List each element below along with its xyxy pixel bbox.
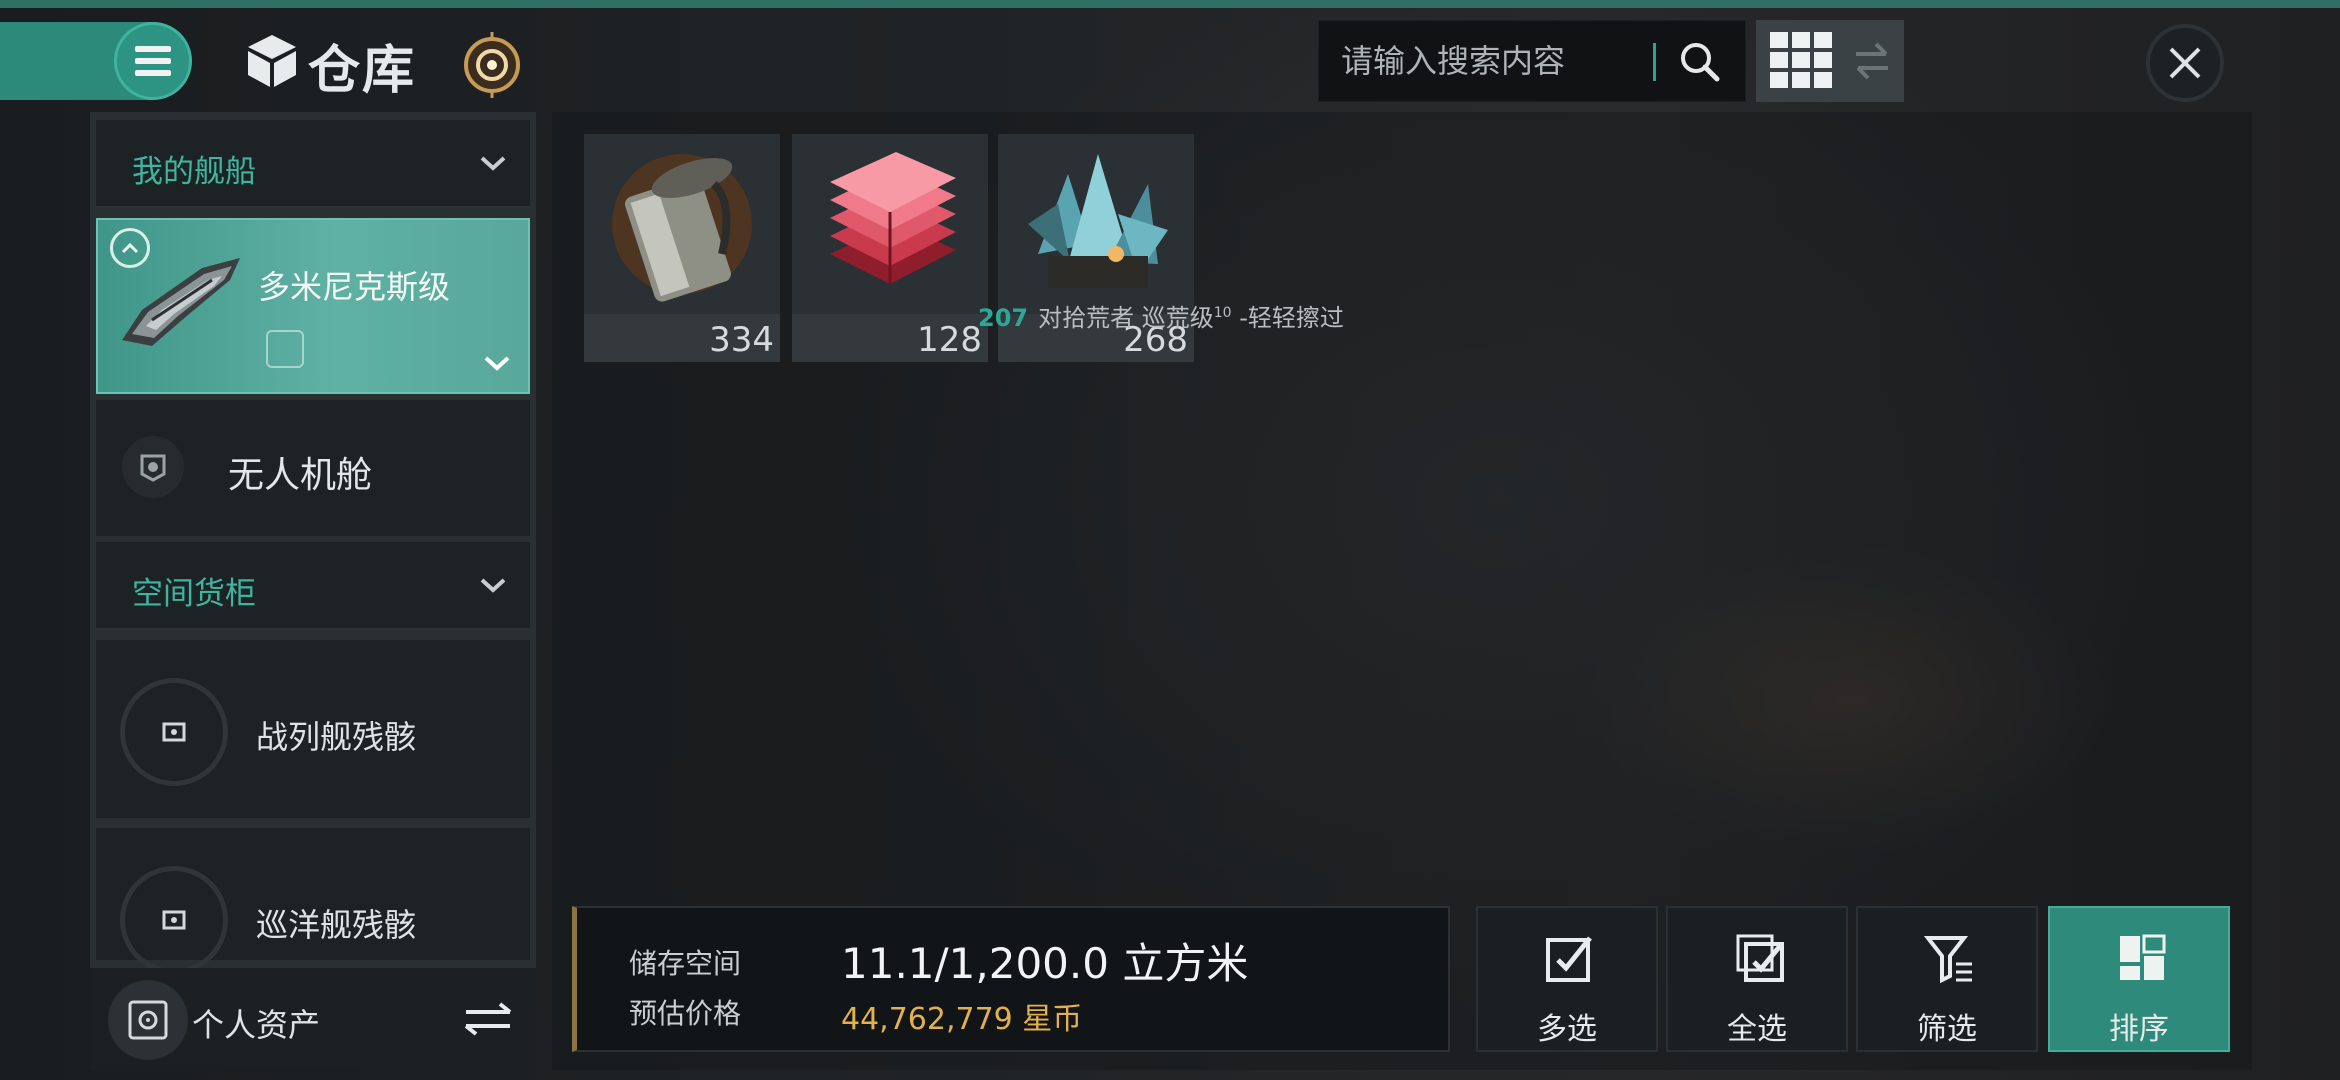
- filter-label: 筛选: [1917, 1012, 1977, 1047]
- close-icon: [2169, 47, 2201, 79]
- hamburger-icon: [135, 43, 171, 79]
- combat-text: 对拾荒者 巡荒级: [1038, 304, 1214, 332]
- item-quantity: 334: [709, 320, 774, 360]
- chevron-down-icon: [480, 156, 506, 171]
- combat-notification: 207 对拾荒者 巡荒级10 -轻轻擦过: [978, 298, 1344, 333]
- section-my-ships[interactable]: 我的舰船: [96, 120, 530, 208]
- ship-icon: [122, 258, 240, 346]
- item-quantity: 128: [917, 320, 982, 360]
- canister-icon: [612, 154, 752, 302]
- menu-button[interactable]: [114, 22, 192, 100]
- grid-view-icon[interactable]: [1770, 32, 1832, 90]
- sidebar-item-battleship-wreck[interactable]: 战列舰残骸: [96, 640, 530, 818]
- page-title: 仓库: [308, 41, 417, 101]
- sort-icon: [2120, 934, 2166, 980]
- chevron-down-icon[interactable]: [482, 352, 512, 374]
- select-all-button[interactable]: 全选: [1666, 906, 1848, 1052]
- estimated-price-label: 预估价格: [629, 997, 742, 1030]
- sort-label: 排序: [2109, 1012, 2169, 1047]
- section-space-containers[interactable]: 空间货柜: [96, 542, 530, 630]
- damage-number: 207: [978, 304, 1029, 332]
- section-my-ships-label: 我的舰船: [132, 154, 256, 190]
- search-box[interactable]: [1318, 20, 1746, 102]
- combat-superscript: 10: [1213, 305, 1232, 321]
- safe-icon: [108, 980, 188, 1060]
- scanner-icon[interactable]: [452, 30, 532, 100]
- multi-select-button[interactable]: 多选: [1476, 906, 1658, 1052]
- battleship-wreck-label: 战列舰残骸: [256, 718, 417, 756]
- red-ingots-icon: [830, 152, 956, 284]
- multi-select-label: 多选: [1537, 1012, 1597, 1047]
- storage-space-value: 11.1/1,200.0 立方米: [841, 939, 1249, 988]
- sidebar-item-cruiser-wreck[interactable]: 巡洋舰残骸: [96, 828, 530, 974]
- cube-icon: [248, 35, 296, 87]
- section-space-containers-label: 空间货柜: [132, 576, 256, 612]
- list-swap-icon[interactable]: [1852, 40, 1892, 82]
- close-button[interactable]: [2146, 24, 2224, 102]
- search-icon[interactable]: [1677, 39, 1723, 85]
- chevron-down-icon: [480, 578, 506, 593]
- cruiser-wreck-label: 巡洋舰残骸: [256, 906, 417, 944]
- swap-arrows-icon[interactable]: [460, 1000, 516, 1036]
- top-accent-line: [0, 0, 2340, 8]
- checkbox-icon: [1546, 936, 1592, 982]
- select-all-label: 全选: [1727, 1012, 1787, 1047]
- inventory-item[interactable]: 334: [584, 134, 780, 362]
- personal-assets-label: 个人资产: [192, 1006, 321, 1044]
- storage-space-label: 储存空间: [629, 947, 742, 980]
- search-caret: [1653, 43, 1656, 81]
- filter-button[interactable]: 筛选: [1856, 906, 2038, 1052]
- wreck-icon: [120, 678, 228, 786]
- sidebar: 我的舰船 多米尼克斯级 无人机舱 空间货柜 战列舰残骸 巡洋舰残骸 个人资产: [90, 112, 536, 1070]
- ship-name: 多米尼克斯级: [258, 268, 451, 306]
- filter-icon: [1924, 936, 1972, 984]
- crystal-ore-icon: [1028, 154, 1168, 288]
- inventory-item[interactable]: 128: [792, 134, 988, 362]
- ship-card-selected[interactable]: 多米尼克斯级: [96, 218, 530, 394]
- drone-bay-icon: [122, 436, 184, 498]
- wreck-icon: [120, 866, 228, 974]
- view-toggle[interactable]: [1756, 20, 1904, 102]
- fitting-icon: [266, 330, 304, 368]
- storage-panel: 储存空间 11.1/1,200.0 立方米 预估价格 44,762,779 星币: [572, 906, 1450, 1052]
- drone-bay-label: 无人机舱: [228, 455, 373, 496]
- combat-suffix: -轻轻擦过: [1239, 304, 1344, 332]
- personal-assets-bar[interactable]: 个人资产: [90, 968, 536, 1070]
- sort-button[interactable]: 排序: [2048, 906, 2230, 1052]
- sidebar-item-drone-bay[interactable]: 无人机舱: [96, 400, 530, 536]
- search-input[interactable]: [1341, 39, 1641, 83]
- select-all-icon: [1736, 934, 1784, 982]
- estimated-price-value: 44,762,779 星币: [841, 1002, 1083, 1037]
